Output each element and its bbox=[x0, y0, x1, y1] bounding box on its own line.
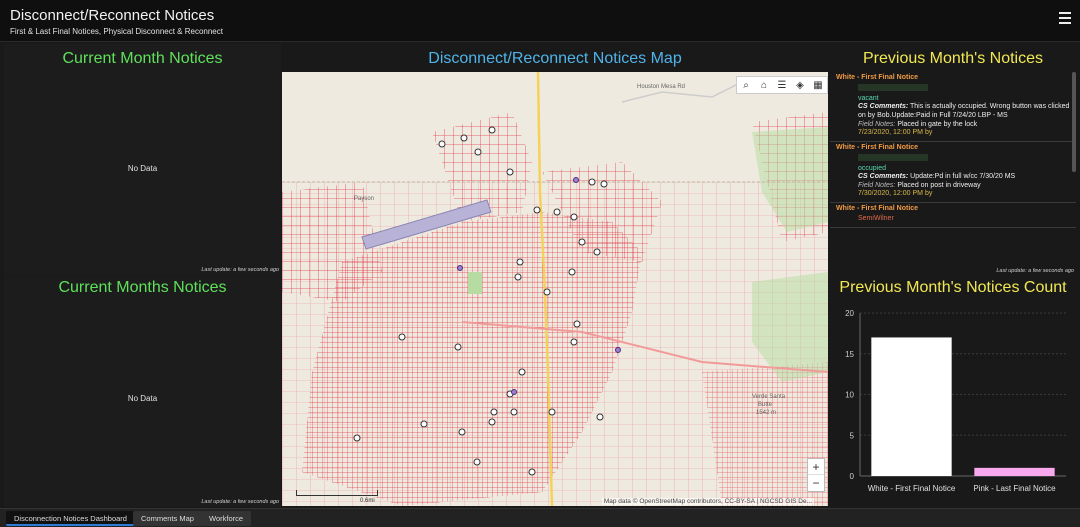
current-month-panel: Current Month Notices No Data Last updat… bbox=[4, 44, 281, 276]
x-tick-label: White - First Final Notice bbox=[868, 484, 956, 493]
y-tick-label: 10 bbox=[845, 391, 854, 400]
dashboard-title: Disconnect/Reconnect Notices bbox=[10, 7, 215, 24]
map-toolbar: ⌕ ⌂ ☰ ◈ ▦ bbox=[736, 76, 828, 94]
y-tick-label: 20 bbox=[845, 309, 854, 318]
tab-workforce[interactable]: Workforce bbox=[201, 511, 252, 526]
redacted-text bbox=[858, 154, 928, 161]
x-tick-label: Pink - Last Final Notice bbox=[973, 484, 1056, 493]
no-data-text: No Data bbox=[127, 164, 158, 173]
scale-bar bbox=[296, 490, 378, 496]
redacted-text bbox=[858, 84, 928, 91]
bar[interactable] bbox=[974, 467, 1055, 476]
y-tick-label: 15 bbox=[845, 350, 854, 359]
map-label-butte3: 1542 m bbox=[756, 410, 777, 416]
map-label-butte2: Butte bbox=[758, 402, 773, 408]
map-label-road: Houston Mesa Rd bbox=[637, 84, 686, 90]
map-label-butte: Verde Santa bbox=[752, 394, 786, 400]
no-data-text: No Data bbox=[127, 394, 158, 403]
bar[interactable] bbox=[871, 337, 952, 476]
tab-comments-map[interactable]: Comments Map bbox=[133, 511, 202, 526]
search-icon[interactable]: ⌕ bbox=[737, 77, 755, 93]
last-update-text: Last update: a few seconds ago bbox=[996, 268, 1074, 274]
app-header: Disconnect/Reconnect Notices First & Las… bbox=[0, 0, 1080, 42]
last-update-text: Last update: a few seconds ago bbox=[201, 267, 279, 273]
previous-month-title: Previous Month's Notices bbox=[862, 50, 1043, 67]
map-label-payson: Payson bbox=[354, 196, 375, 202]
list-scrollbar[interactable] bbox=[1072, 72, 1076, 172]
map-title: Disconnect/Reconnect Notices Map bbox=[428, 50, 682, 67]
notices-map[interactable]: Houston Mesa Rd Payson Verde Santa Butte… bbox=[282, 72, 828, 506]
list-item[interactable]: White - First Final Notice vacant CS Com… bbox=[830, 72, 1076, 142]
zoom-in-button[interactable]: + bbox=[808, 459, 824, 475]
zoom-out-button[interactable]: − bbox=[808, 475, 824, 491]
legend-icon[interactable]: ☰ bbox=[773, 77, 791, 93]
dashboard-subtitle: First & Last Final Notices, Physical Dis… bbox=[10, 27, 223, 36]
list-item[interactable]: White - First Final Notice SemiWilner bbox=[830, 203, 1076, 228]
list-item[interactable]: White - First Final Notice occupied CS C… bbox=[830, 142, 1076, 203]
last-update-text: Last update: a few seconds ago bbox=[201, 499, 279, 505]
scale-label: 0.6mi bbox=[360, 498, 375, 504]
basemap-icon[interactable]: ▦ bbox=[809, 77, 827, 93]
notices-count-chart: 0 5 10 15 20 White - First Final Notice Pink -… bbox=[845, 309, 1066, 493]
current-months-title: Current Months Notices bbox=[58, 279, 227, 296]
tab-disconnection-dashboard[interactable]: Disconnection Notices Dashboard bbox=[6, 511, 135, 526]
y-tick-label: 5 bbox=[850, 431, 855, 440]
previous-count-title: Previous Month's Notices Count bbox=[839, 279, 1067, 296]
previous-notices-list[interactable]: White - First Final Notice vacant CS Com… bbox=[830, 72, 1076, 240]
hamburger-menu-icon[interactable] bbox=[1059, 12, 1071, 26]
y-tick-label: 0 bbox=[850, 472, 855, 481]
map-canvas[interactable] bbox=[282, 72, 828, 506]
layers-icon[interactable]: ◈ bbox=[791, 77, 809, 93]
zoom-control: + − bbox=[807, 458, 825, 492]
current-months-panel: Current Months Notices No Data Last upda… bbox=[4, 277, 281, 507]
map-attribution: Map data © OpenStreetMap contributors, C… bbox=[601, 498, 814, 505]
current-month-title: Current Month Notices bbox=[62, 50, 223, 67]
home-icon[interactable]: ⌂ bbox=[755, 77, 773, 93]
dashboard-tab-bar: Disconnection Notices Dashboard Comments… bbox=[0, 508, 1080, 527]
